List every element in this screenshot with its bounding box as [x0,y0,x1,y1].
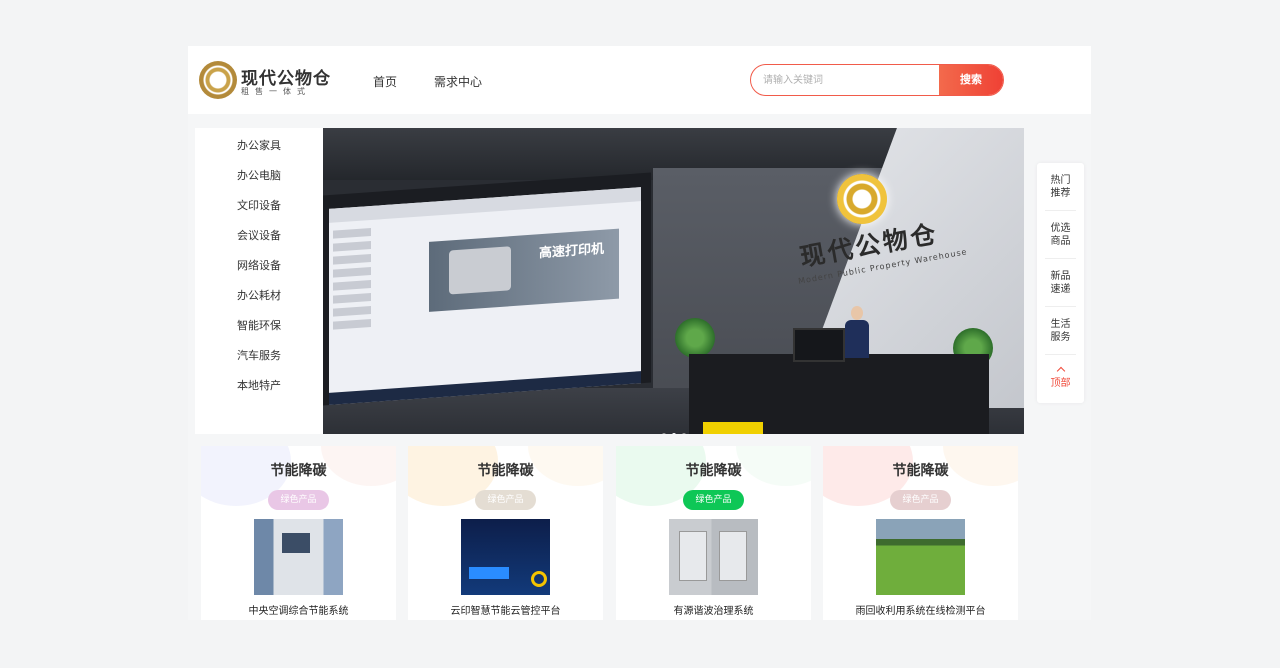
category-item[interactable]: 会议设备 [195,227,323,243]
category-item[interactable]: 办公电脑 [195,167,323,183]
card-tag: 绿色产品 [890,490,951,510]
search-button[interactable]: 搜索 [939,65,1003,95]
product-name[interactable]: 雨回收利用系统在线检测平台 [823,602,1018,617]
divider [1045,258,1076,259]
carousel-dot[interactable] [662,433,666,434]
category-item[interactable]: 智能环保 [195,317,323,333]
divider [1045,210,1076,211]
site-header: 现代公物仓 租售一体式 首页 需求中心 搜索 [188,46,1091,114]
card-title: 节能降碳 [270,463,327,479]
carousel-dots [659,422,689,434]
card-tag: 绿色产品 [475,490,536,510]
hero-banner[interactable]: 高速打印机 现代公物仓 Modern Public Property Wareh… [323,128,1024,434]
carousel-dot[interactable] [682,433,686,434]
search-input[interactable] [751,65,941,95]
monitor-icon [793,328,845,362]
category-item[interactable]: 本地特产 [195,377,323,393]
receptionist [845,306,869,358]
product-image[interactable] [669,519,758,595]
banner-screen: 高速打印机 [329,187,641,405]
product-name[interactable]: 有源谐波治理系统 [616,602,811,617]
product-name[interactable]: 云印智慧节能云管控平台 [408,602,603,617]
brand-logo-icon [837,174,887,224]
product-card[interactable]: 节能降碳 绿色产品 云印智慧节能云管控平台 [408,446,603,620]
chevron-up-icon [1056,366,1065,376]
logo-icon[interactable] [199,61,237,99]
card-title: 节能降碳 [685,463,742,479]
category-item[interactable]: 网络设备 [195,257,323,273]
divider [1045,306,1076,307]
category-item[interactable]: 办公家具 [195,137,323,153]
product-card[interactable]: 节能降碳 绿色产品 中央空调综合节能系统 [201,446,396,620]
carousel-dot[interactable] [672,433,676,434]
search-bar: 搜索 [750,64,1004,96]
card-tag: 绿色产品 [268,490,329,510]
category-item[interactable]: 汽车服务 [195,347,323,363]
product-image[interactable] [876,519,965,595]
desk-light [703,422,763,434]
divider [1045,354,1076,355]
product-image[interactable] [254,519,343,595]
back-to-top-button[interactable]: 顶部 [1037,366,1084,390]
screen-menu [333,225,413,351]
product-card[interactable]: 节能降碳 绿色产品 有源谐波治理系统 [616,446,811,620]
screen-ad-text: 高速打印机 [539,241,605,262]
floating-quick-nav: 热门 推荐 优选 商品 新品 速递 生活 服务 顶部 [1037,163,1084,403]
float-item-new[interactable]: 新品 速递 [1037,270,1084,296]
product-card[interactable]: 节能降碳 绿色产品 雨回收利用系统在线检测平台 [823,446,1018,620]
float-item-life[interactable]: 生活 服务 [1037,318,1084,344]
category-item[interactable]: 办公耗材 [195,287,323,303]
nav-home[interactable]: 首页 [373,73,397,90]
product-image[interactable] [461,519,550,595]
product-name[interactable]: 中央空调综合节能系统 [201,602,396,617]
nav-demand-center[interactable]: 需求中心 [434,73,482,90]
screen-ad: 高速打印机 [429,228,619,312]
card-tag: 绿色产品 [683,490,744,510]
float-item-hot[interactable]: 热门 推荐 [1037,174,1084,200]
category-item[interactable]: 文印设备 [195,197,323,213]
float-item-select[interactable]: 优选 商品 [1037,222,1084,248]
category-sidebar: 办公家具 办公电脑 文印设备 会议设备 网络设备 办公耗材 智能环保 汽车服务 … [195,128,323,434]
card-title: 节能降碳 [892,463,949,479]
plant-icon [675,318,715,358]
printer-icon [449,246,511,295]
logo-subtitle: 租售一体式 [241,87,311,96]
page-container: 现代公物仓 租售一体式 首页 需求中心 搜索 办公家具 办公电脑 文印设备 会议… [188,46,1091,620]
card-title: 节能降碳 [477,463,534,479]
